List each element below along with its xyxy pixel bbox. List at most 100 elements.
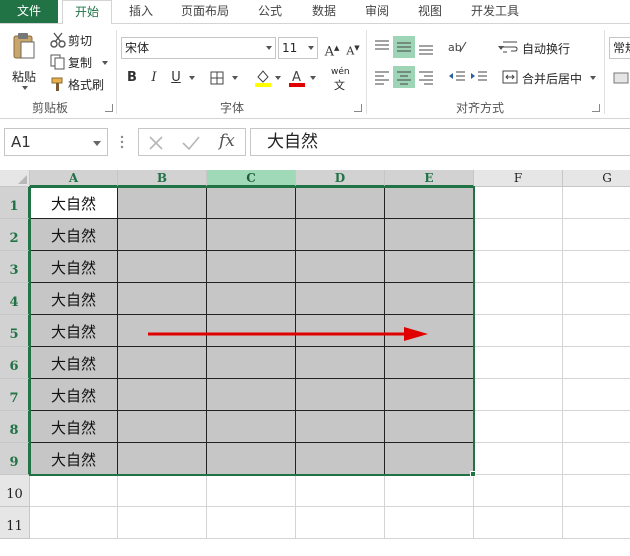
fill-handle[interactable] xyxy=(470,471,476,477)
enter-check-icon[interactable] xyxy=(181,134,201,152)
tab-page-layout[interactable]: 页面布局 xyxy=(172,0,238,23)
borders-dropdown-icon[interactable] xyxy=(232,76,238,80)
clipboard-launcher-icon[interactable] xyxy=(105,104,113,112)
cell-f5[interactable] xyxy=(474,315,563,347)
cell-f11[interactable] xyxy=(474,507,563,539)
cell-a7[interactable]: 大自然 xyxy=(30,379,118,411)
cell-e1[interactable] xyxy=(385,187,474,219)
italic-button[interactable]: I xyxy=(143,67,165,89)
cell-c6[interactable] xyxy=(207,347,296,379)
cell-e6[interactable] xyxy=(385,347,474,379)
cell-f7[interactable] xyxy=(474,379,563,411)
cell-e2[interactable] xyxy=(385,219,474,251)
cell-g5[interactable] xyxy=(563,315,630,347)
cell-g10[interactable] xyxy=(563,475,630,507)
column-header-d[interactable]: D xyxy=(296,170,385,187)
row-header-9[interactable]: 9 xyxy=(0,443,30,475)
cell-g7[interactable] xyxy=(563,379,630,411)
cell-a9[interactable]: 大自然 xyxy=(30,443,118,475)
tab-home[interactable]: 开始 xyxy=(62,0,112,24)
cell-c7[interactable] xyxy=(207,379,296,411)
cell-a11[interactable] xyxy=(30,507,118,539)
row-header-7[interactable]: 7 xyxy=(0,379,30,411)
cell-e10[interactable] xyxy=(385,475,474,507)
tab-insert[interactable]: 插入 xyxy=(118,0,164,23)
tab-file[interactable]: 文件 xyxy=(0,0,58,23)
insert-function-icon[interactable]: fx xyxy=(219,131,235,151)
currency-icon[interactable] xyxy=(612,70,630,88)
row-header-11[interactable]: 11 xyxy=(0,507,30,539)
select-all-button[interactable] xyxy=(0,170,30,187)
merge-center-button[interactable]: 合并后居中 xyxy=(500,66,600,88)
cancel-icon[interactable] xyxy=(147,134,165,152)
cell-a4[interactable]: 大自然 xyxy=(30,283,118,315)
tab-developer[interactable]: 开发工具 xyxy=(462,0,528,23)
cell-c9[interactable] xyxy=(207,443,296,475)
cell-g1[interactable] xyxy=(563,187,630,219)
text-orientation-icon[interactable]: ab xyxy=(446,38,468,56)
fill-color-dropdown-icon[interactable] xyxy=(275,76,281,80)
tab-review[interactable]: 审阅 xyxy=(356,0,398,23)
tab-data[interactable]: 数据 xyxy=(302,0,346,23)
format-painter-button[interactable]: 格式刷 xyxy=(48,74,110,94)
cell-d2[interactable] xyxy=(296,219,385,251)
cell-d7[interactable] xyxy=(296,379,385,411)
cell-e9[interactable] xyxy=(385,443,474,475)
cell-c2[interactable] xyxy=(207,219,296,251)
cell-c8[interactable] xyxy=(207,411,296,443)
increase-indent-icon[interactable] xyxy=(468,66,490,88)
row-header-6[interactable]: 6 xyxy=(0,347,30,379)
increase-font-size-button[interactable]: A▲ xyxy=(321,37,343,59)
cell-b8[interactable] xyxy=(118,411,207,443)
cell-f6[interactable] xyxy=(474,347,563,379)
worksheet-grid[interactable]: A B C D E F G 1 大自然 2 大自然 3 大自然 4 大自然 5 大自然 6 大自然 7 大自然 8 大自然 9… xyxy=(0,170,630,556)
align-top-icon[interactable] xyxy=(371,36,393,58)
cell-b1[interactable] xyxy=(118,187,207,219)
cell-g11[interactable] xyxy=(563,507,630,539)
fill-color-icon[interactable] xyxy=(254,68,272,88)
cell-d1[interactable] xyxy=(296,187,385,219)
font-size-select[interactable]: 11 xyxy=(278,37,318,59)
bold-button[interactable]: B xyxy=(121,67,143,89)
cell-d4[interactable] xyxy=(296,283,385,315)
cell-b4[interactable] xyxy=(118,283,207,315)
cell-c11[interactable] xyxy=(207,507,296,539)
cell-e8[interactable] xyxy=(385,411,474,443)
column-header-f[interactable]: F xyxy=(474,170,563,187)
cell-f1[interactable] xyxy=(474,187,563,219)
cell-b11[interactable] xyxy=(118,507,207,539)
copy-button[interactable]: 复制 xyxy=(48,52,110,72)
align-right-icon[interactable] xyxy=(415,66,437,88)
cell-e11[interactable] xyxy=(385,507,474,539)
align-bottom-icon[interactable] xyxy=(415,36,437,58)
cell-c1[interactable] xyxy=(207,187,296,219)
cell-e7[interactable] xyxy=(385,379,474,411)
cell-g3[interactable] xyxy=(563,251,630,283)
cell-a1[interactable]: 大自然 xyxy=(30,187,118,219)
align-middle-icon[interactable] xyxy=(393,36,415,58)
cell-d6[interactable] xyxy=(296,347,385,379)
cell-b6[interactable] xyxy=(118,347,207,379)
cell-d11[interactable] xyxy=(296,507,385,539)
align-left-icon[interactable] xyxy=(371,66,393,88)
column-header-c[interactable]: C xyxy=(207,170,296,187)
paste-button[interactable]: 粘贴 xyxy=(6,30,42,92)
cell-a6[interactable]: 大自然 xyxy=(30,347,118,379)
cell-b9[interactable] xyxy=(118,443,207,475)
phonetic-button[interactable]: wén 文 xyxy=(330,67,352,92)
cell-c10[interactable] xyxy=(207,475,296,507)
column-header-g[interactable]: G xyxy=(563,170,630,187)
cell-g2[interactable] xyxy=(563,219,630,251)
cell-f2[interactable] xyxy=(474,219,563,251)
borders-icon[interactable] xyxy=(210,71,224,85)
cell-g8[interactable] xyxy=(563,411,630,443)
align-center-icon[interactable] xyxy=(393,66,415,88)
cell-g6[interactable] xyxy=(563,347,630,379)
font-launcher-icon[interactable] xyxy=(354,104,362,112)
wrap-text-button[interactable]: 自动换行 xyxy=(500,36,576,58)
number-format-select[interactable]: 常规 xyxy=(609,37,630,59)
formula-input[interactable]: 大自然 xyxy=(250,128,630,156)
cut-button[interactable]: 剪切 xyxy=(48,30,102,50)
cell-d8[interactable] xyxy=(296,411,385,443)
cell-c4[interactable] xyxy=(207,283,296,315)
